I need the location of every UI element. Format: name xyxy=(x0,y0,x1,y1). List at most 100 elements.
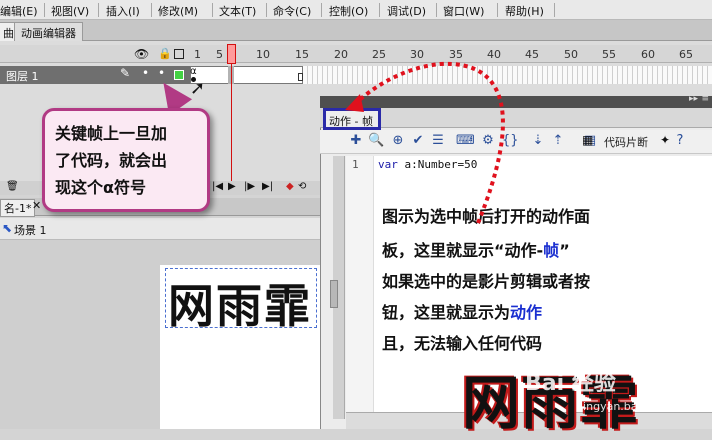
menu-separator xyxy=(44,3,45,17)
collapse-panel-icon[interactable]: ▸▸ xyxy=(689,94,698,104)
menu-separator xyxy=(321,3,322,17)
menu-modify[interactable]: 修改(M) xyxy=(158,3,198,19)
menu-window[interactable]: 窗口(W) xyxy=(443,3,484,19)
scene-label[interactable]: 场景 1 xyxy=(14,222,47,238)
collapse-toggle[interactable] xyxy=(330,280,338,308)
ruler-label: 40 xyxy=(487,48,501,61)
code-snippets-icon[interactable]: ▦ xyxy=(582,133,593,147)
visible-dot-icon[interactable]: • xyxy=(142,66,149,80)
menu-edit[interactable]: 编辑(E) xyxy=(0,3,38,19)
note-highlight: 动作 xyxy=(510,303,543,322)
note-text: 板，这里就显示“动作- xyxy=(382,241,544,260)
end-frame-marker xyxy=(298,73,303,81)
scene-bar: ⬉ 场景 1 xyxy=(0,218,320,240)
panel-title-bar[interactable]: ▸▸ ≡ xyxy=(320,94,712,108)
menu-separator xyxy=(497,3,498,17)
playhead-line xyxy=(231,64,232,189)
tab-motion-editor[interactable]: 动画编辑器 xyxy=(14,22,83,41)
code-hint-icon[interactable]: ⌨ xyxy=(456,133,475,149)
line-number: 1 xyxy=(352,158,359,171)
auto-format-icon[interactable]: ☰ xyxy=(430,133,446,149)
collapse-between-braces-icon[interactable]: {} xyxy=(502,133,519,149)
menu-view[interactable]: 视图(V) xyxy=(51,3,89,19)
frame-ruler[interactable]: 👁 🔒 1 5 10 15 20 25 30 35 40 45 50 55 60… xyxy=(0,45,712,63)
panel-tab-row: 曲 动画编辑器 xyxy=(0,20,712,41)
wand-icon[interactable]: ✦ xyxy=(660,133,670,147)
close-icon[interactable]: ✕ xyxy=(32,199,41,212)
help-icon[interactable]: ? xyxy=(672,133,688,149)
target-icon[interactable]: ⊕ xyxy=(390,133,406,149)
callout-line: 现这个α符号 xyxy=(55,178,146,197)
layer-name[interactable]: 图层 1 xyxy=(6,68,39,84)
menu-separator xyxy=(379,3,380,17)
menu-control[interactable]: 控制(O) xyxy=(329,3,368,19)
note-text: 钮，这里就显示为 xyxy=(382,303,511,322)
collapse-selection-icon[interactable]: ⇣ xyxy=(530,133,546,149)
lock-dot-icon[interactable]: • xyxy=(158,66,165,80)
keyframe-span[interactable] xyxy=(190,66,303,84)
note-line: 板，这里就显示“动作-帧” xyxy=(382,237,570,261)
rewind-icon[interactable]: |◀ xyxy=(212,181,223,192)
code-keyword: var xyxy=(378,158,398,171)
ruler-label: 65 xyxy=(679,48,693,61)
note-line: 钮，这里就显示为动作 xyxy=(382,299,542,323)
menu-debug[interactable]: 调试(D) xyxy=(387,3,426,19)
menu-separator xyxy=(554,3,555,17)
ruler-label: 35 xyxy=(449,48,463,61)
play-icon[interactable]: ▶ xyxy=(228,181,236,192)
document-tab[interactable]: 名-1* xyxy=(0,199,36,217)
actions-panel-tab[interactable]: 动作 - 帧 xyxy=(323,108,381,130)
eye-icon[interactable]: 👁 xyxy=(134,47,149,61)
action-keyframe-icon[interactable]: α xyxy=(190,66,197,77)
add-statement-icon[interactable]: ✚ xyxy=(348,133,364,149)
code-snippets-button[interactable]: 代码片断 xyxy=(604,134,648,150)
expand-all-icon[interactable]: ⇡ xyxy=(550,133,566,149)
ruler-label: 25 xyxy=(372,48,386,61)
note-line: 如果选中的是影片剪辑或者按 xyxy=(382,272,591,291)
menu-insert[interactable]: 插入(I) xyxy=(106,3,140,19)
stage-text[interactable]: 网雨霏 xyxy=(168,270,312,336)
menu-separator xyxy=(151,3,152,17)
lock-icon[interactable]: 🔒 xyxy=(158,47,172,60)
pencil-icon: ✎ xyxy=(120,66,131,80)
loop-icon[interactable]: ⟲ xyxy=(298,181,306,192)
menu-separator xyxy=(212,3,213,17)
actions-toolbar: ✚ 🔍 ⊕ ✔ ☰ ⌨ ⚙ {} ⇣ ⇡ ▤ ? xyxy=(320,130,712,154)
trash-icon[interactable]: 🗑 xyxy=(6,181,19,192)
ruler-label: 60 xyxy=(641,48,655,61)
step-forward-icon[interactable]: |▶ xyxy=(244,181,255,192)
onion-skin-icon[interactable]: ◆ xyxy=(286,181,294,192)
annotation-callout: 关键帧上一旦加 了代码，就会出 现这个α符号 xyxy=(42,108,210,212)
ruler-label: 50 xyxy=(564,48,578,61)
code-text: a:Number=50 xyxy=(397,158,478,171)
menu-text[interactable]: 文本(T) xyxy=(219,3,256,19)
check-syntax-icon[interactable]: ✔ xyxy=(410,133,426,149)
ruler-label: 15 xyxy=(295,48,309,61)
back-arrow-icon[interactable]: ⬉ xyxy=(2,221,12,235)
menu-bar: 编辑(E) 视图(V) 插入(I) 修改(M) 文本(T) 命令(C) 控制(O… xyxy=(0,0,712,20)
callout-line: 关键帧上一旦加 xyxy=(55,124,168,143)
ruler-label: 1 xyxy=(194,48,201,61)
ruler-label: 45 xyxy=(525,48,539,61)
ruler-label: 20 xyxy=(334,48,348,61)
note-line: 图示为选中帧后打开的动作面 xyxy=(382,207,591,226)
baidu-logo: Bai 经验 xyxy=(525,371,616,396)
menu-separator xyxy=(98,3,99,17)
ruler-label: 55 xyxy=(602,48,616,61)
menu-help[interactable]: 帮助(H) xyxy=(505,3,544,19)
mouse-cursor-icon: ➚ xyxy=(190,78,206,99)
find-icon[interactable]: 🔍 xyxy=(368,133,384,149)
ruler-label: 30 xyxy=(410,48,424,61)
callout-line: 了代码，就会出 xyxy=(55,151,168,170)
ruler-label: 10 xyxy=(256,48,270,61)
outline-icon[interactable] xyxy=(174,49,184,59)
playhead-handle[interactable] xyxy=(227,44,236,64)
note-line: 且，无法输入任何代码 xyxy=(382,334,543,353)
panel-menu-icon[interactable]: ≡ xyxy=(701,94,709,104)
end-icon[interactable]: ▶| xyxy=(262,181,273,192)
menu-command[interactable]: 命令(C) xyxy=(273,3,311,19)
note-text: ” xyxy=(559,241,570,260)
code-line[interactable]: var a:Number=50 xyxy=(378,158,477,171)
debug-options-icon[interactable]: ⚙ xyxy=(480,133,496,149)
menu-separator xyxy=(436,3,437,17)
